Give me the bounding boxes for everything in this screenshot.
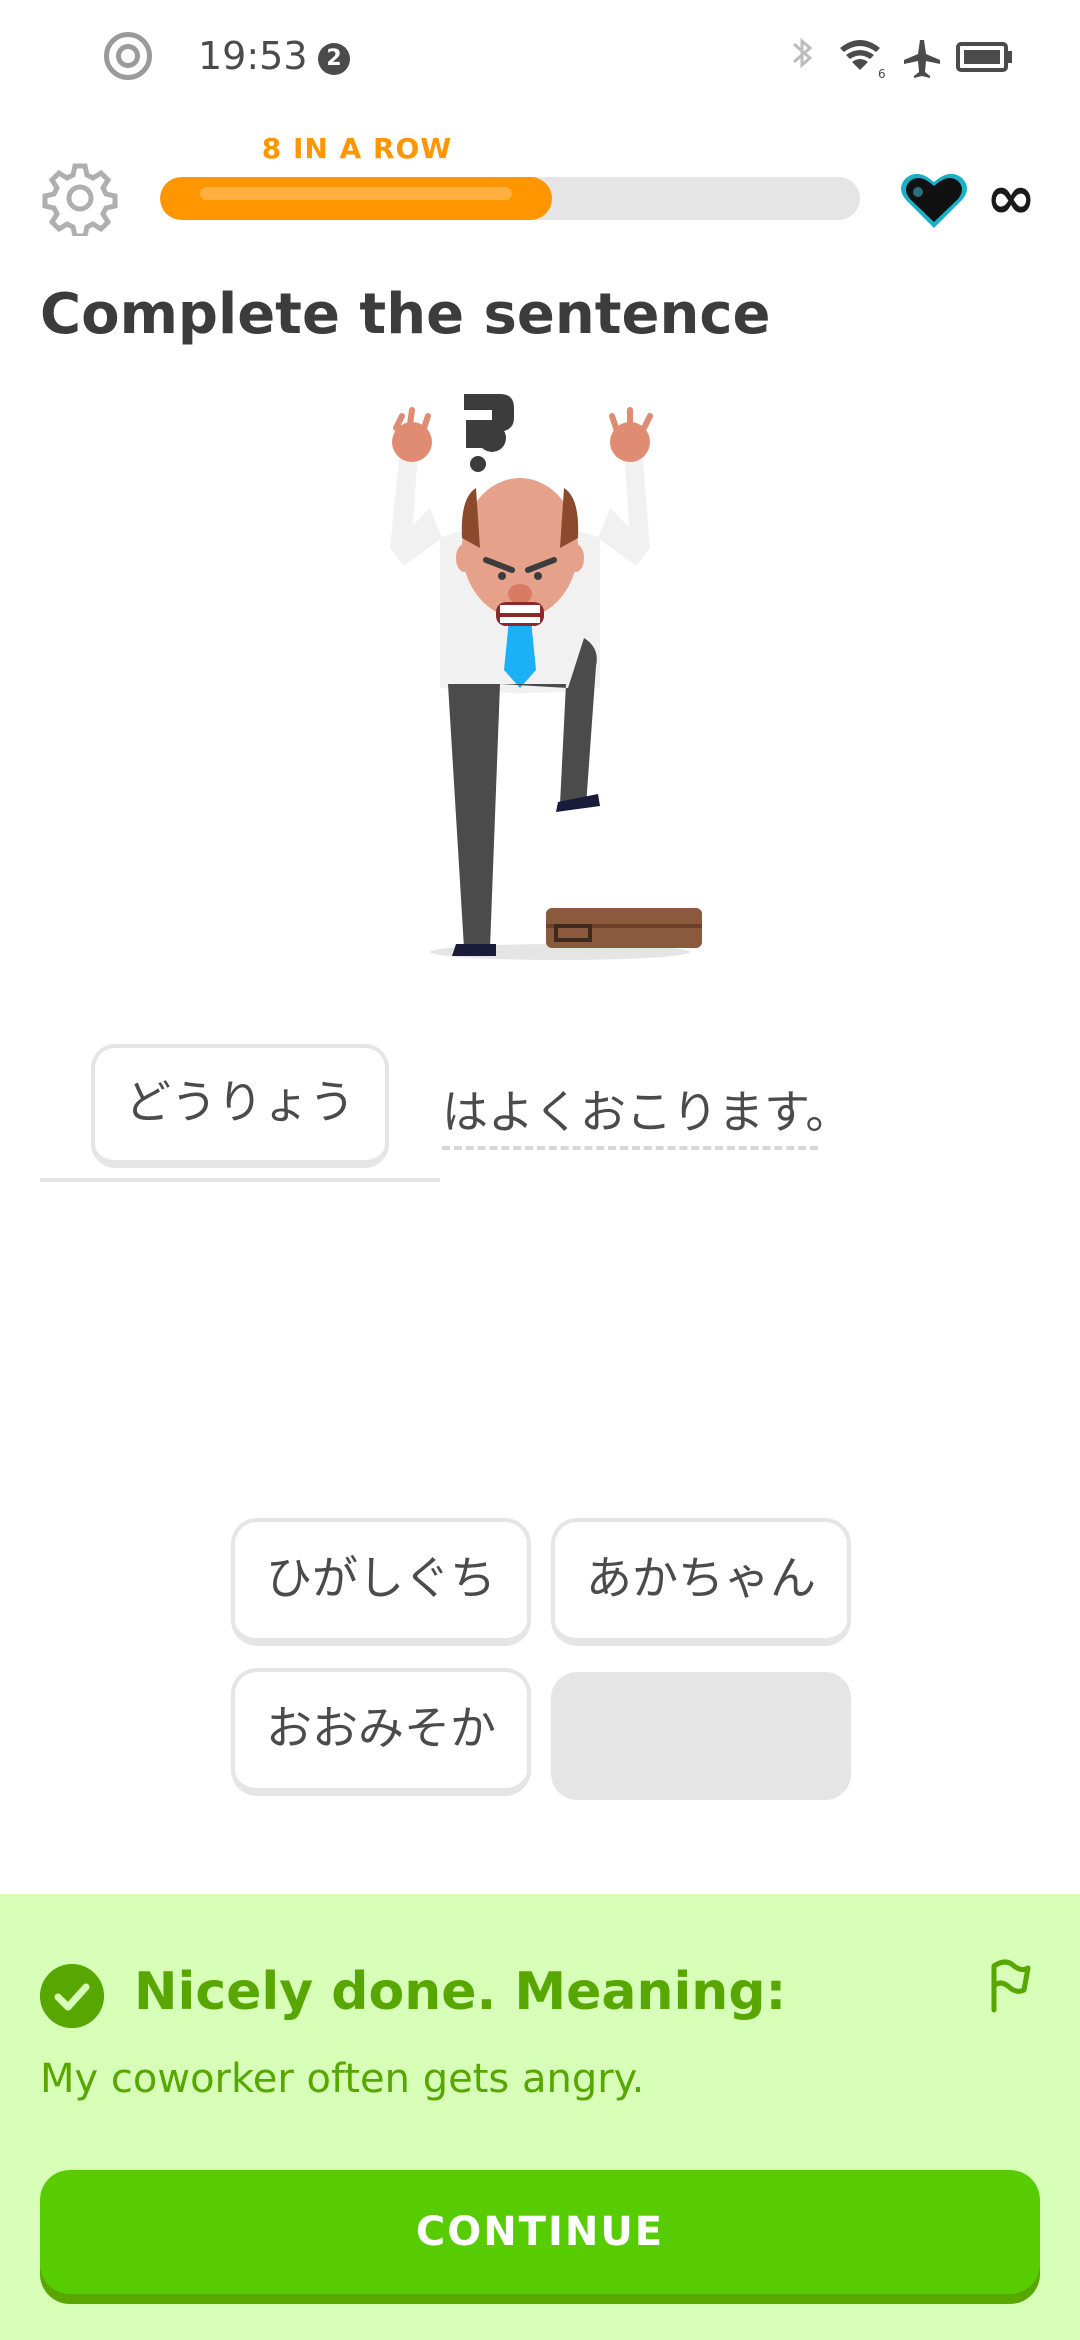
status-bar: 19:53 2 6 xyxy=(0,0,1080,120)
gear-icon[interactable] xyxy=(42,160,118,236)
sentence-dashed-underline xyxy=(442,1146,818,1150)
svg-text:6: 6 xyxy=(878,67,886,81)
hearts-count: ∞ xyxy=(986,163,1036,233)
heart-icon[interactable] xyxy=(898,168,970,232)
chosen-word-chip[interactable]: どうりょう xyxy=(91,1044,389,1168)
progress-shine xyxy=(200,187,512,200)
status-time: 19:53 xyxy=(198,34,308,78)
notification-badge: 2 xyxy=(318,43,350,75)
status-icons: 6 xyxy=(793,37,1012,81)
bluetooth-icon xyxy=(793,37,813,69)
continue-button[interactable]: CONTINUE xyxy=(40,2170,1040,2294)
word-bank-option[interactable]: あかちゃん xyxy=(551,1518,851,1646)
answer-blank-line xyxy=(40,1178,440,1182)
lesson-progress-bar xyxy=(160,177,860,220)
wifi-icon: 6 xyxy=(840,40,886,81)
battery-icon xyxy=(956,42,1012,72)
exercise-title: Complete the sentence xyxy=(40,282,771,347)
sentence-rest: はよくおこります。 xyxy=(442,1085,852,1139)
target-icon xyxy=(104,32,152,80)
word-bank-option[interactable]: おおみそか xyxy=(231,1668,531,1796)
airplane-icon xyxy=(904,40,940,78)
feedback-title: Nicely done. Meaning: xyxy=(134,1962,787,2022)
angry-coworker-illustration xyxy=(390,394,702,960)
feedback-meaning: My coworker often gets angry. xyxy=(40,2056,645,2102)
word-bank-empty-slot xyxy=(551,1672,851,1800)
word-bank-option[interactable]: ひがしぐち xyxy=(231,1518,531,1646)
flag-icon[interactable] xyxy=(984,1956,1034,2014)
check-icon xyxy=(40,1964,104,2028)
streak-label: 8 IN A ROW xyxy=(261,132,453,165)
